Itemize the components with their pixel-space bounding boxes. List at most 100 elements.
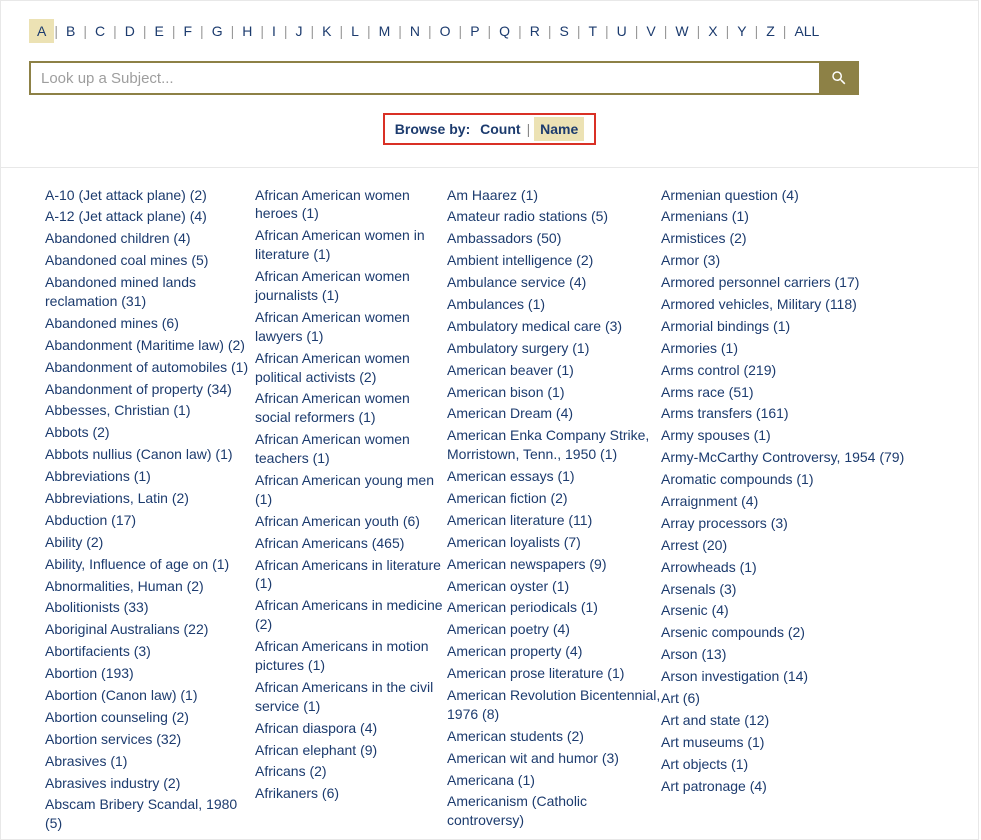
subject-link[interactable]: Abortion services (32) [45, 728, 255, 750]
subject-link[interactable]: Arms control (219) [661, 359, 921, 381]
alpha-letter-d[interactable]: D [117, 19, 143, 43]
subject-link[interactable]: Arrowheads (1) [661, 556, 921, 578]
subject-link[interactable]: Africans (2) [255, 761, 447, 783]
subject-link[interactable]: African Americans in medicine (2) [255, 595, 447, 636]
alpha-letter-c[interactable]: C [87, 19, 113, 43]
subject-link[interactable]: Abandoned coal mines (5) [45, 250, 255, 272]
alpha-letter-r[interactable]: R [522, 19, 548, 43]
subject-link[interactable]: Abbots (2) [45, 422, 255, 444]
subject-link[interactable]: Abandoned mined lands reclamation (31) [45, 272, 255, 313]
subject-link[interactable]: Ambulatory medical care (3) [447, 315, 661, 337]
subject-link[interactable]: Afrikaners (6) [255, 783, 447, 805]
subject-link[interactable]: Array processors (3) [661, 512, 921, 534]
subject-link[interactable]: Armored vehicles, Military (118) [661, 293, 921, 315]
subject-link[interactable]: African American women lawyers (1) [255, 306, 447, 347]
subject-link[interactable]: Art patronage (4) [661, 775, 921, 797]
browse-by-count[interactable]: Count [474, 117, 526, 141]
alpha-letter-u[interactable]: U [609, 19, 635, 43]
alpha-letter-o[interactable]: O [432, 19, 459, 43]
subject-link[interactable]: Art (6) [661, 687, 921, 709]
subject-link[interactable]: Arraignment (4) [661, 490, 921, 512]
subject-link[interactable]: Aboriginal Australians (22) [45, 619, 255, 641]
subject-link[interactable]: American Enka Company Strike, Morristown… [447, 425, 661, 466]
subject-link[interactable]: Abbreviations, Latin (2) [45, 487, 255, 509]
subject-link[interactable]: Abbesses, Christian (1) [45, 400, 255, 422]
subject-link[interactable]: Arrest (20) [661, 534, 921, 556]
subject-link[interactable]: Abbots nullius (Canon law) (1) [45, 444, 255, 466]
subject-link[interactable]: Armored personnel carriers (17) [661, 272, 921, 294]
subject-link[interactable]: Art objects (1) [661, 753, 921, 775]
subject-link[interactable]: Arsenic (4) [661, 600, 921, 622]
subject-link[interactable]: Abolitionists (33) [45, 597, 255, 619]
alpha-letter-b[interactable]: B [58, 19, 83, 43]
subject-link[interactable]: Arms race (51) [661, 381, 921, 403]
subject-link[interactable]: American students (2) [447, 725, 661, 747]
subject-link[interactable]: Art and state (12) [661, 709, 921, 731]
alpha-letter-k[interactable]: K [314, 19, 339, 43]
subject-link[interactable]: African American women social reformers … [255, 388, 447, 429]
alpha-letter-a[interactable]: A [29, 19, 54, 43]
subject-link[interactable]: Armor (3) [661, 250, 921, 272]
subject-link[interactable]: American poetry (4) [447, 619, 661, 641]
subject-link[interactable]: American property (4) [447, 641, 661, 663]
subject-link[interactable]: Americana (1) [447, 769, 661, 791]
subject-link[interactable]: A-10 (Jet attack plane) (2) [45, 184, 255, 206]
subject-link[interactable]: Abortion (193) [45, 663, 255, 685]
alpha-letter-v[interactable]: V [638, 19, 663, 43]
subject-link[interactable]: Ability (2) [45, 531, 255, 553]
subject-link[interactable]: African American women political activis… [255, 347, 447, 388]
subject-link[interactable]: Abandonment of property (34) [45, 378, 255, 400]
subject-link[interactable]: African Americans in motion pictures (1) [255, 636, 447, 677]
alpha-letter-i[interactable]: I [264, 19, 284, 43]
subject-link[interactable]: Abortifacients (3) [45, 641, 255, 663]
subject-link[interactable]: American prose literature (1) [447, 663, 661, 685]
subject-link[interactable]: Am Haarez (1) [447, 184, 661, 206]
subject-link[interactable]: African American women teachers (1) [255, 429, 447, 470]
subject-link[interactable]: African American women heroes (1) [255, 184, 447, 225]
subject-link[interactable]: Armenians (1) [661, 206, 921, 228]
subject-link[interactable]: African American young men (1) [255, 469, 447, 510]
subject-link[interactable]: American periodicals (1) [447, 597, 661, 619]
subject-link[interactable]: Arsenals (3) [661, 578, 921, 600]
subject-link[interactable]: Ambient intelligence (2) [447, 250, 661, 272]
subject-link[interactable]: Ambulance service (4) [447, 272, 661, 294]
subject-link[interactable]: Abandonment of automobiles (1) [45, 356, 255, 378]
subject-link[interactable]: American beaver (1) [447, 359, 661, 381]
alpha-letter-p[interactable]: P [462, 19, 487, 43]
subject-link[interactable]: Abrasives industry (2) [45, 772, 255, 794]
subject-link[interactable]: Amateur radio stations (5) [447, 206, 661, 228]
subject-link[interactable]: Army spouses (1) [661, 425, 921, 447]
subject-link[interactable]: Abrasives (1) [45, 750, 255, 772]
subject-link[interactable]: Abbreviations (1) [45, 466, 255, 488]
subject-link[interactable]: Arson investigation (14) [661, 666, 921, 688]
subject-link[interactable]: Ambulances (1) [447, 293, 661, 315]
subject-link[interactable]: Arsenic compounds (2) [661, 622, 921, 644]
alpha-letter-s[interactable]: S [551, 19, 576, 43]
subject-link[interactable]: Armorial bindings (1) [661, 315, 921, 337]
subject-link[interactable]: American bison (1) [447, 381, 661, 403]
alpha-letter-z[interactable]: Z [758, 19, 783, 43]
subject-link[interactable]: American fiction (2) [447, 487, 661, 509]
subject-link[interactable]: Abscam Bribery Scandal, 1980 (5) [45, 794, 255, 835]
subject-link[interactable]: African diaspora (4) [255, 717, 447, 739]
browse-by-name[interactable]: Name [534, 117, 584, 141]
subject-link[interactable]: Aromatic compounds (1) [661, 469, 921, 491]
subject-link[interactable]: Abortion counseling (2) [45, 706, 255, 728]
alpha-letter-e[interactable]: E [147, 19, 172, 43]
alpha-letter-n[interactable]: N [402, 19, 428, 43]
subject-link[interactable]: African American women in literature (1) [255, 225, 447, 266]
alpha-letter-t[interactable]: T [580, 19, 605, 43]
subject-link[interactable]: Armenian question (4) [661, 184, 921, 206]
subject-link[interactable]: Ability, Influence of age on (1) [45, 553, 255, 575]
subject-link[interactable]: African American youth (6) [255, 510, 447, 532]
subject-link[interactable]: American loyalists (7) [447, 531, 661, 553]
alpha-letter-q[interactable]: Q [491, 19, 518, 43]
subject-link[interactable]: American oyster (1) [447, 575, 661, 597]
subject-link[interactable]: Americanism (Catholic controversy) [447, 791, 661, 832]
subject-link[interactable]: Abandoned children (4) [45, 228, 255, 250]
alpha-letter-y[interactable]: Y [729, 19, 754, 43]
subject-link[interactable]: Abnormalities, Human (2) [45, 575, 255, 597]
search-button[interactable] [819, 61, 859, 95]
subject-link[interactable]: American Revolution Bicentennial, 1976 (… [447, 684, 661, 725]
subject-link[interactable]: Ambulatory surgery (1) [447, 337, 661, 359]
